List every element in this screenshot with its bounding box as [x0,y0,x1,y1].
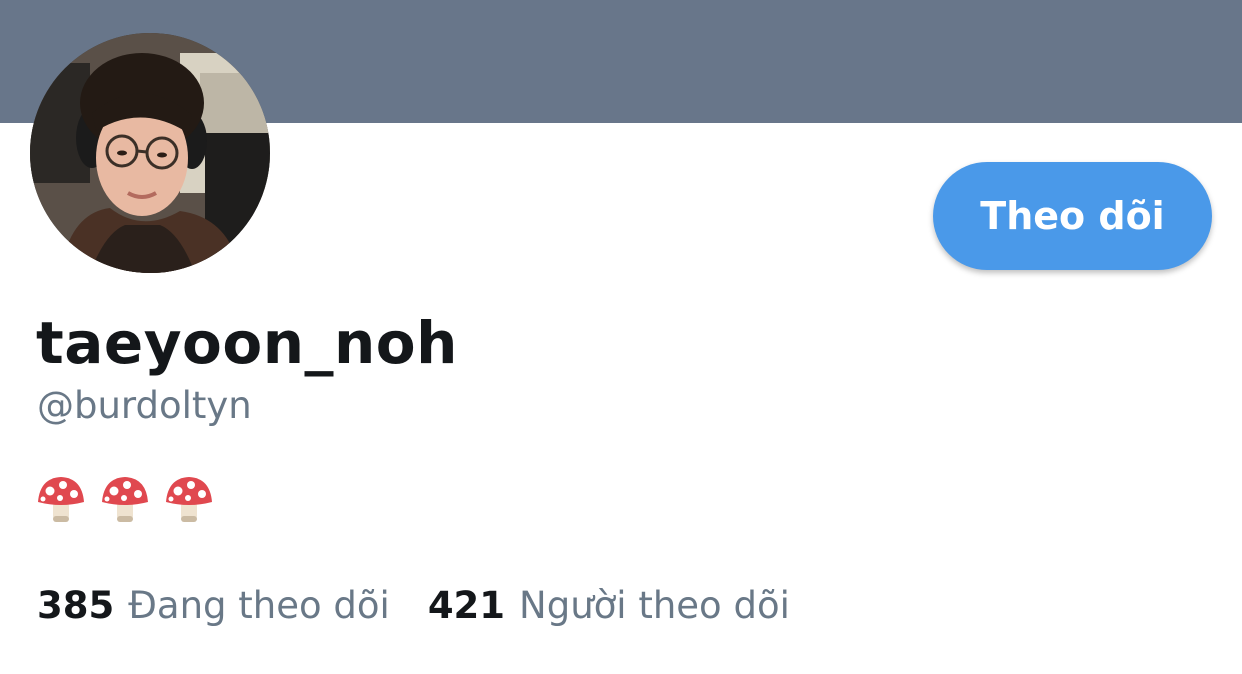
profile-bio [36,474,214,524]
profile-handle: @burdoltyn [37,384,252,427]
follow-button[interactable]: Theo dõi [933,162,1212,270]
mushroom-icon [38,477,84,522]
avatar[interactable] [30,33,270,273]
followers-count: 421 [427,584,506,627]
followers-label: Người theo dõi [519,584,790,627]
mushroom-icon [166,477,212,522]
display-name: taeyoon_noh [36,309,458,377]
followers-stat[interactable]: 421 Người theo dõi [428,582,790,630]
avatar-photo [30,33,270,273]
following-label: Đang theo dõi [128,584,390,627]
profile-stats: 385 Đang theo dõi 421 Người theo dõi [37,582,790,630]
following-stat[interactable]: 385 Đang theo dõi [37,582,390,630]
following-count: 385 [37,584,115,627]
mushroom-icon [102,477,148,522]
